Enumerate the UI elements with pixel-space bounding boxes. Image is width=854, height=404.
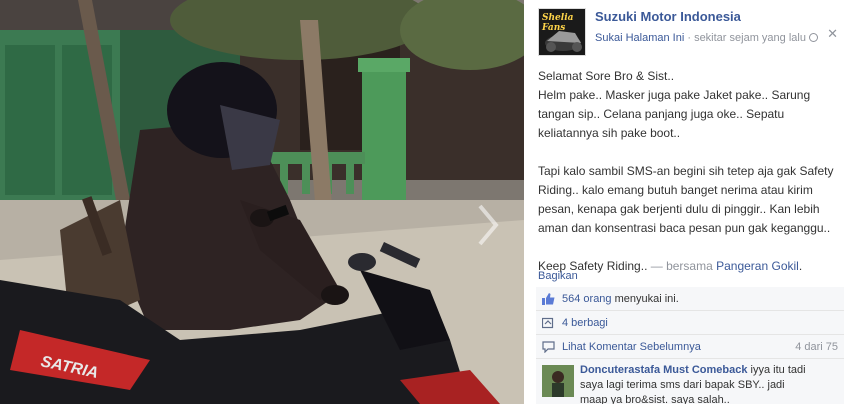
comment-icon [542, 341, 555, 353]
post-paragraph: Helm pake.. Masker juga pake Jaket pake.… [538, 88, 811, 140]
post-photo[interactable]: SATRIA [0, 0, 524, 404]
likes-count-link[interactable]: 564 orang [562, 293, 612, 305]
view-previous-comments-link[interactable]: Lihat Komentar Sebelumnya [562, 341, 701, 353]
shares-count-link[interactable]: 4 berbagi [562, 317, 608, 329]
share-link[interactable]: Bagikan [538, 270, 578, 282]
chevron-right-icon [478, 204, 499, 246]
likes-row: 564 orang menyukai ini. [536, 287, 844, 311]
like-page-link[interactable]: Sukai Halaman Ini [595, 32, 684, 44]
thumbs-up-icon [542, 293, 555, 305]
motorcycle-icon [545, 31, 582, 52]
close-icon[interactable]: ✕ [827, 26, 838, 42]
photo-image: SATRIA [0, 0, 524, 404]
commenter-avatar[interactable] [542, 365, 574, 397]
meta-separator: · [684, 32, 695, 44]
share-icon [542, 317, 554, 329]
post-header: Shelia Fans Suzuki Motor Indonesia Sukai… [538, 8, 848, 58]
post-paragraph: Selamat Sore Bro & Sist.. [538, 69, 675, 83]
with-text: — bersama [647, 259, 717, 273]
post-time[interactable]: sekitar sejam yang lalu [694, 32, 806, 44]
post-closing: Keep Safety Riding.. — bersama Pangeran … [538, 257, 844, 276]
shares-row: 4 berbagi [536, 311, 844, 335]
post-meta: Sukai Halaman Ini · sekitar sejam yang l… [595, 32, 818, 44]
page-avatar[interactable]: Shelia Fans [538, 8, 586, 56]
feedback-box: 564 orang menyukai ini. 4 berbagi Lihat … [536, 287, 844, 404]
tagged-friend-link[interactable]: Pangeran Gokil [716, 259, 799, 273]
comment-author-link[interactable]: Doncuterastafa Must Comeback [580, 364, 748, 376]
globe-icon [808, 33, 818, 42]
previous-comments-row: Lihat Komentar Sebelumnya 4 dari 75 [536, 335, 844, 359]
avatar-image [542, 365, 574, 397]
post-paragraph: Tapi kalo sambil SMS-an begini sih tetep… [538, 164, 834, 235]
post-text: Selamat Sore Bro & Sist.. Helm pake.. Ma… [538, 67, 844, 276]
comment-body: Doncuterastafa Must Comeback iyya itu ta… [580, 363, 808, 404]
comment-item: Doncuterastafa Must Comeback iyya itu ta… [536, 359, 844, 404]
page-name-link[interactable]: Suzuki Motor Indonesia [595, 9, 741, 24]
next-photo-button[interactable] [472, 200, 502, 250]
likes-suffix: menyukai ini. [611, 293, 679, 305]
comment-counter: 4 dari 75 [795, 341, 838, 353]
closing-period: . [798, 259, 803, 273]
